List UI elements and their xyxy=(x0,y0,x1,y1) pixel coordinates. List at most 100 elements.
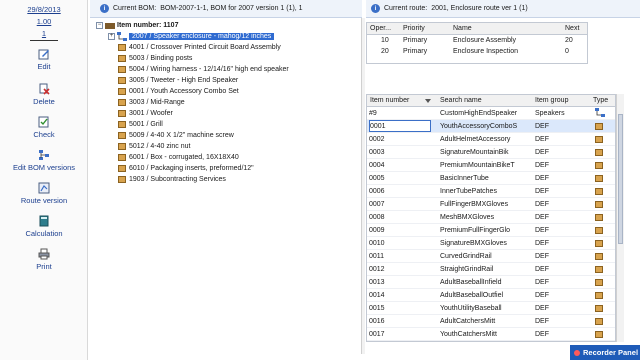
edit-bom-versions-button[interactable]: Edit BOM versions xyxy=(0,149,88,172)
table-row[interactable]: 0008 MeshBMXGloves DEF xyxy=(367,211,615,224)
type-cell xyxy=(595,146,609,158)
table-row[interactable]: 0010 SignatureBMXGloves DEF xyxy=(367,237,615,250)
edit-icon xyxy=(38,49,49,60)
table-row[interactable]: 0011 CurvedGrindRail DEF xyxy=(367,250,615,263)
table-row[interactable]: 0006 InnerTubePatches DEF xyxy=(367,185,615,198)
col-header-item-number[interactable]: Item number xyxy=(370,95,430,106)
tree-node[interactable]: 1903 / Subcontracting Services xyxy=(118,174,226,185)
edit-bom-versions-label: Edit BOM versions xyxy=(12,163,76,172)
collapse-icon[interactable]: − xyxy=(96,22,103,29)
tree-node-label: 1903 / Subcontracting Services xyxy=(129,176,226,183)
item-number-cell: 0005 xyxy=(369,174,385,182)
item-box-icon xyxy=(118,110,126,117)
search-name-cell: PremiumMountainBikeT xyxy=(440,161,515,169)
tree-node[interactable]: 5012 / 4-40 zinc nut xyxy=(118,141,191,152)
type-cell xyxy=(595,289,609,301)
table-row[interactable]: 0009 PremiumFullFingerGlo DEF xyxy=(367,224,615,237)
tree-node[interactable]: 5004 / Wiring harness - 12/14/16" high e… xyxy=(118,64,289,75)
item-box-icon xyxy=(118,44,126,51)
col-header-next[interactable]: Next xyxy=(565,23,587,34)
col-header-type[interactable]: Type xyxy=(593,95,615,106)
item-box-icon xyxy=(595,278,603,286)
grid-scrollbar-thumb[interactable] xyxy=(618,114,623,244)
tree-node-selected[interactable]: + 2007 / Speaker enclosure - mahog/12 in… xyxy=(108,31,275,42)
item-number-cell: 0001 xyxy=(369,120,431,132)
item-number-cell: 0011 xyxy=(369,252,385,260)
item-box-icon xyxy=(118,88,126,95)
table-row[interactable]: 0004 PremiumMountainBikeT DEF xyxy=(367,159,615,172)
tree-root[interactable]: − Item number: 1107 xyxy=(96,20,178,31)
search-name-cell: StraightGrindRail xyxy=(440,265,494,273)
tree-node-label: 4001 / Crossover Printed Circuit Board A… xyxy=(129,44,281,51)
item-group-cell: DEF xyxy=(535,330,549,338)
tree-node[interactable]: 0001 / Youth Accessory Combo Set xyxy=(118,86,239,97)
sort-desc-icon[interactable] xyxy=(425,99,431,103)
col-header-search-name[interactable]: Search name xyxy=(440,95,530,106)
item-box-icon xyxy=(595,265,603,273)
item-box-icon xyxy=(595,317,603,325)
tree-node[interactable]: 6010 / Packaging inserts, preformed/12" xyxy=(118,163,254,174)
info-icon: i xyxy=(371,4,380,13)
table-row[interactable]: 0007 FullFingerBMXGloves DEF xyxy=(367,198,615,211)
table-row[interactable]: #9 CustomHighEndSpeaker Speakers xyxy=(367,107,615,120)
table-row[interactable]: 0012 StraightGrindRail DEF xyxy=(367,263,615,276)
tree-node[interactable]: 3001 / Woofer xyxy=(118,108,173,119)
item-number-cell: 0012 xyxy=(369,265,385,273)
tree-node[interactable]: 4001 / Crossover Printed Circuit Board A… xyxy=(118,42,281,53)
table-row[interactable]: 0017 YouthCatchersMitt DEF xyxy=(367,328,615,341)
tree-node[interactable]: 6001 / Box - corrugated, 16X18X40 xyxy=(118,152,239,163)
type-cell xyxy=(595,302,609,314)
table-row[interactable]: 0015 YouthUtilityBaseball DEF xyxy=(367,302,615,315)
tree-node[interactable]: 5009 / 4-40 X 1/2" machine screw xyxy=(118,130,234,141)
tree-scrollbar[interactable] xyxy=(361,18,365,354)
col-header-name[interactable]: Name xyxy=(453,23,553,34)
item-number-cell: 0010 xyxy=(369,239,385,247)
tree-node[interactable]: 3003 / Mid-Range xyxy=(118,97,185,108)
item-box-icon xyxy=(118,165,126,172)
counter-link-2[interactable]: 1 xyxy=(0,29,88,38)
date-link[interactable]: 29/8/2013 xyxy=(0,5,88,14)
table-row[interactable]: 0002 AdultHelmetAccessory DEF xyxy=(367,133,615,146)
tree-node[interactable]: 5001 / Grill xyxy=(118,119,163,130)
col-header-item-group[interactable]: Item group xyxy=(535,95,590,106)
counter-link-1[interactable]: 1.00 xyxy=(0,17,88,26)
tree-node-label: 6001 / Box - corrugated, 16X18X40 xyxy=(129,154,239,161)
search-name-cell: YouthAccessoryComboS xyxy=(440,122,518,130)
calculation-button[interactable]: Calculation xyxy=(0,215,88,238)
table-row[interactable]: 0013 AdultBaseballInfield DEF xyxy=(367,276,615,289)
table-row[interactable]: 0005 BasicInnerTube DEF xyxy=(367,172,615,185)
bom-tree[interactable]: − Item number: 1107 + 2007 / Speaker enc… xyxy=(90,18,362,354)
item-group-cell: DEF xyxy=(535,304,549,312)
table-row[interactable]: 0016 AdultCatchersMitt DEF xyxy=(367,315,615,328)
operation-row[interactable]: 20 Primary Enclosure Inspection 0 xyxy=(367,46,587,57)
delete-icon xyxy=(39,83,50,95)
check-button[interactable]: Check xyxy=(0,116,88,139)
current-route-value: 2001, Enclosure route ver 1 (1) xyxy=(431,5,528,12)
item-number-cell: 0017 xyxy=(369,330,385,338)
tree-node[interactable]: 5003 / Binding posts xyxy=(118,53,192,64)
type-cell xyxy=(595,276,609,288)
print-button[interactable]: Print xyxy=(0,248,88,271)
item-number-cell: 0016 xyxy=(369,317,385,325)
item-box-icon xyxy=(118,121,126,128)
route-version-button[interactable]: Route version xyxy=(0,182,88,205)
delete-label: Delete xyxy=(33,97,55,106)
tree-node[interactable]: 3005 / Tweeter - High End Speaker xyxy=(118,75,238,86)
delete-button[interactable]: Delete xyxy=(0,83,88,106)
expand-icon[interactable]: + xyxy=(108,33,115,40)
grid-scrollbar[interactable] xyxy=(616,94,624,342)
search-name-cell: YouthUtilityBaseball xyxy=(440,304,502,312)
operation-row[interactable]: 10 Primary Enclosure Assembly 20 xyxy=(367,35,587,46)
recorder-panel-button[interactable]: Recorder Panel xyxy=(570,345,640,360)
table-row[interactable]: 0001 YouthAccessoryComboS DEF xyxy=(367,120,615,133)
operations-header-row: Oper... Priority Name Next xyxy=(367,23,587,35)
col-header-oper[interactable]: Oper... xyxy=(370,23,400,34)
col-header-priority[interactable]: Priority xyxy=(403,23,443,34)
tree-node-label: 3001 / Woofer xyxy=(129,110,173,117)
divider xyxy=(30,40,58,41)
table-row[interactable]: 0003 SignatureMountainBik DEF xyxy=(367,146,615,159)
table-row[interactable]: 0014 AdultBaseballOutfiel DEF xyxy=(367,289,615,302)
item-number-cell: 0013 xyxy=(369,278,385,286)
edit-button[interactable]: Edit xyxy=(0,48,88,71)
oper-priority: Primary xyxy=(403,48,428,55)
